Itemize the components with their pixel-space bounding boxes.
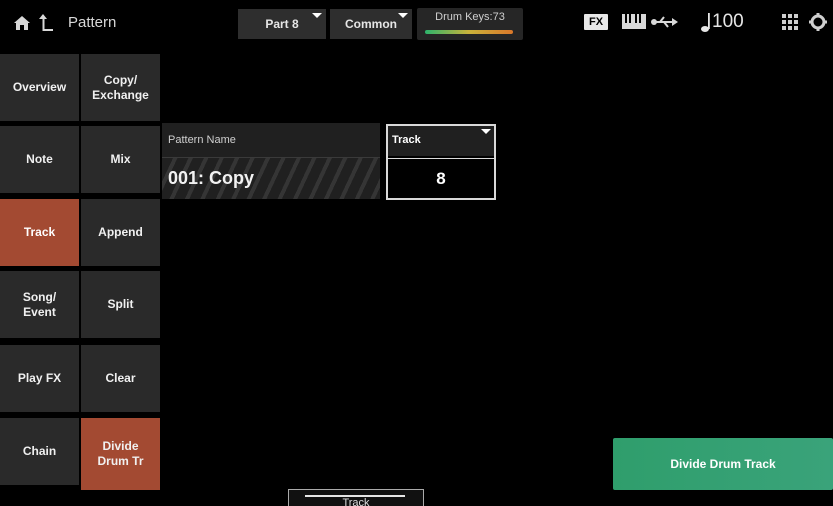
tab-play-fx[interactable]: Play FX	[0, 345, 79, 412]
subtab-split[interactable]: Split	[81, 271, 160, 338]
bottom-tab-label: Track	[342, 497, 370, 506]
part-select-label: Part 8	[265, 17, 299, 31]
tab-overview[interactable]: Overview	[0, 54, 79, 121]
drum-keys-label: Drum Keys:73	[435, 11, 505, 23]
usb-icon	[651, 16, 678, 28]
divide-drum-track-label: Divide Drum Track	[670, 457, 776, 471]
tab-label: Song/ Event	[22, 289, 57, 319]
quarter-note-icon	[701, 13, 710, 32]
subtab-copy-exchange[interactable]: Copy/ Exchange	[81, 54, 160, 121]
divide-drum-track-button[interactable]: Divide Drum Track	[613, 438, 833, 490]
track-label: Track	[392, 134, 421, 146]
subtab-label: Append	[98, 225, 143, 239]
subtab-label: Copy/ Exchange	[92, 72, 149, 102]
tab-label: Overview	[12, 80, 67, 94]
subtab-clear[interactable]: Clear	[81, 345, 160, 412]
tempo-value[interactable]: 100	[712, 11, 744, 33]
dropdown-caret-icon	[398, 13, 408, 18]
drum-keys-level-bar	[425, 30, 513, 34]
tab-track[interactable]: Track	[0, 199, 79, 266]
common-select-button[interactable]: Common	[330, 9, 412, 39]
subtab-label: Divide Drum Tr	[97, 439, 144, 468]
subtab-append[interactable]: Append	[81, 199, 160, 266]
bottom-track-tab[interactable]: Track	[288, 489, 424, 506]
subtab-label: Clear	[105, 371, 136, 385]
track-value[interactable]: 8	[386, 169, 496, 189]
grid-menu-icon[interactable]	[782, 14, 798, 30]
tab-label: Chain	[22, 444, 57, 458]
keyboard-icon	[622, 14, 646, 29]
tab-song-event[interactable]: Song/ Event	[0, 271, 79, 338]
subtab-label: Mix	[110, 152, 131, 166]
tab-chain[interactable]: Chain	[0, 418, 79, 485]
gear-icon[interactable]	[808, 12, 828, 32]
tab-label: Note	[26, 152, 53, 166]
drum-keys-indicator[interactable]: Drum Keys:73	[417, 8, 523, 40]
tab-label: Play FX	[17, 371, 62, 385]
pattern-name-label: Pattern Name	[168, 134, 236, 146]
dropdown-caret-icon	[312, 13, 322, 18]
tab-label: Track	[23, 225, 56, 239]
home-icon[interactable]	[13, 14, 31, 32]
common-select-label: Common	[345, 17, 397, 31]
part-select-button[interactable]: Part 8	[238, 9, 326, 39]
subtab-label: Split	[107, 297, 134, 311]
subtab-divide-drum-track[interactable]: Divide Drum Tr	[81, 418, 160, 490]
top-bar: Pattern Part 8 Common Drum Keys:73 FX 10…	[0, 0, 833, 46]
up-arrow-icon[interactable]	[39, 13, 55, 32]
subtab-mix[interactable]: Mix	[81, 126, 160, 193]
fx-badge[interactable]: FX	[584, 14, 608, 30]
tab-note[interactable]: Note	[0, 126, 79, 193]
dropdown-caret-icon	[481, 129, 491, 134]
field-divider	[388, 158, 494, 159]
page-title: Pattern	[68, 14, 117, 31]
pattern-name-value: 001: Copy	[168, 168, 255, 188]
